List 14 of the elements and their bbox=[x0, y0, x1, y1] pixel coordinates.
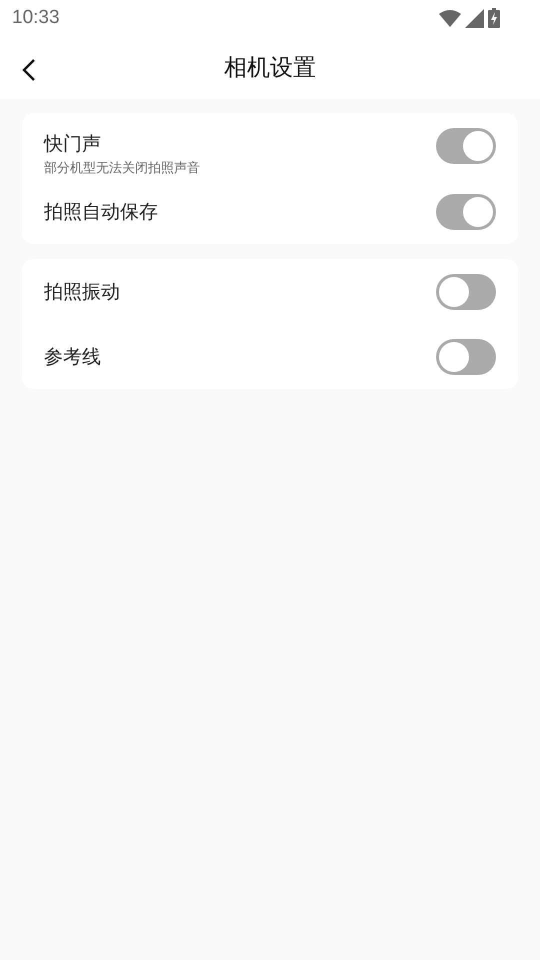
wifi-icon bbox=[439, 9, 461, 27]
toggle-switch[interactable] bbox=[436, 338, 496, 374]
setting-label: 快门声 bbox=[44, 132, 102, 157]
signal-icon bbox=[465, 8, 484, 28]
battery-charging-icon bbox=[488, 8, 500, 28]
status-time: 10:33 bbox=[12, 7, 60, 29]
toggle-switch[interactable] bbox=[436, 194, 496, 230]
page-title: 相机设置 bbox=[224, 54, 316, 83]
setting-label: 拍照自动保存 bbox=[44, 200, 158, 224]
setting-hint: 部分机型无法关闭拍照声音 bbox=[44, 160, 200, 177]
setting-label: 拍照振动 bbox=[44, 280, 120, 304]
setting-label: 参考线 bbox=[44, 344, 101, 370]
toggle-switch[interactable] bbox=[436, 274, 496, 310]
toggle-switch[interactable] bbox=[436, 128, 496, 164]
